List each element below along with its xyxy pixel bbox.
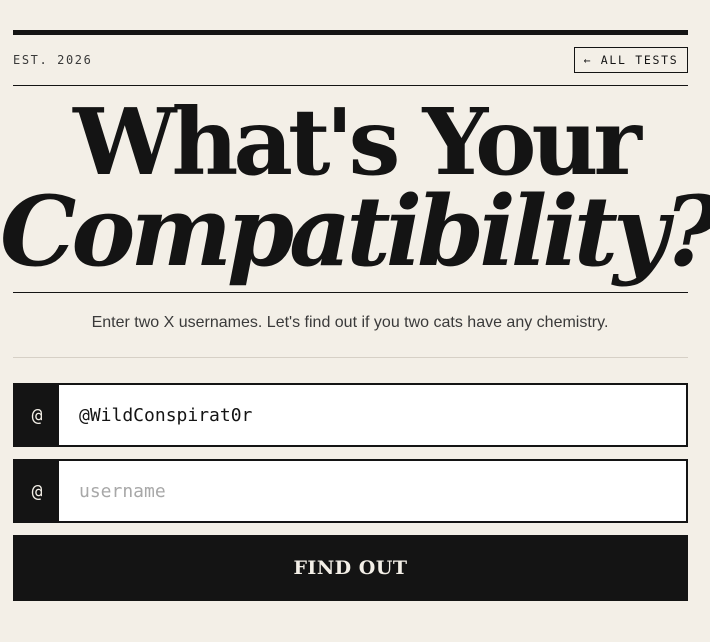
username-field-2: @ (13, 459, 688, 523)
all-tests-button[interactable]: ← ALL TESTS (574, 47, 688, 73)
top-rule (13, 30, 688, 35)
est-label: EST. 2026 (13, 53, 93, 67)
page-title-line-2: Compatibility? (0, 175, 710, 288)
divider (13, 357, 688, 358)
find-out-button[interactable]: FIND OUT (13, 535, 688, 601)
at-prefix: @ (15, 461, 59, 521)
at-prefix: @ (15, 385, 59, 445)
username-input-2[interactable] (59, 461, 686, 521)
username-field-1: @ (13, 383, 688, 447)
page: EST. 2026 ← ALL TESTS What's Your Compat… (0, 0, 710, 642)
divider (13, 292, 688, 293)
divider (13, 85, 688, 86)
username-input-1[interactable] (59, 385, 686, 445)
subtitle: Enter two X usernames. Let's find out if… (91, 314, 609, 331)
